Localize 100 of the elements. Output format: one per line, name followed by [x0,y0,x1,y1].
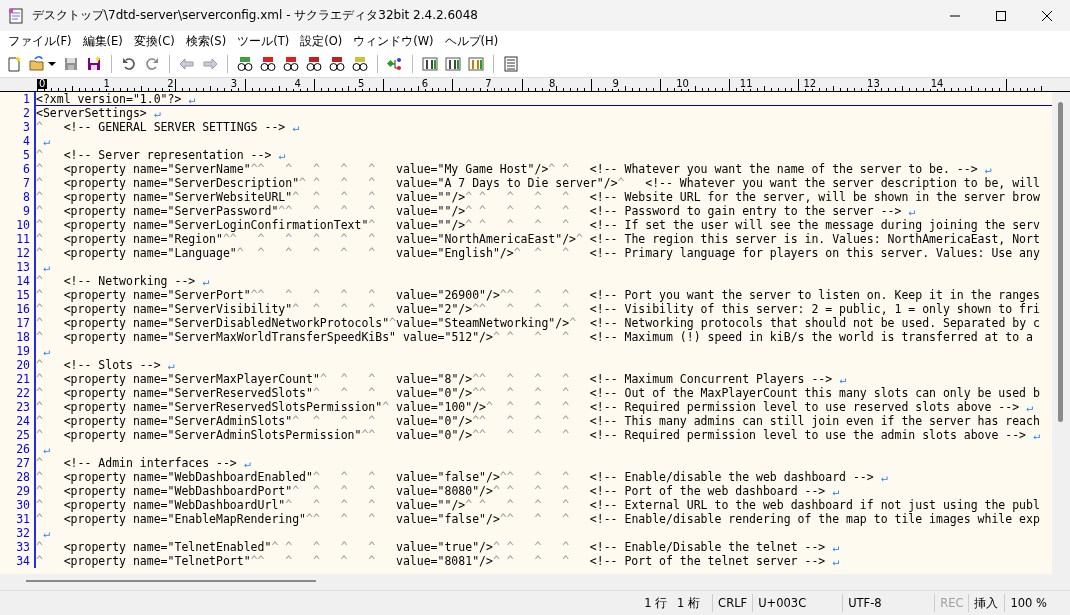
line-end-mark: ↵ [984,162,992,176]
tab-mark: ^ [534,386,542,400]
code-text: <!-- Networking protocols that should not be used. Separated by c [589,316,1040,330]
code-text: <!-- Website URL for the server, will be shown in the server brow [589,190,1040,204]
tab-mark: ^ [506,330,514,344]
tab-mark: ^ [472,302,480,316]
code-text: value="8"/> [396,372,473,386]
menu-item[interactable]: 変換(C) [129,33,182,49]
tab-mark: ^ [562,428,570,442]
tab-mark: ^ [229,232,237,246]
tab-mark: ^ [368,484,376,498]
menu-item[interactable]: ツール(T) [233,33,297,49]
tab-mark: ^ [36,316,43,330]
code-text: value="100"/> [396,400,487,414]
status-field: UTF-8 [842,594,935,612]
maximize-icon[interactable] [996,10,1006,21]
code-text: value="NorthAmericaEast"/> [396,232,576,246]
binoculars-icon[interactable] [306,56,322,72]
close-icon[interactable] [1042,10,1052,21]
tab-mark: ^ [562,540,570,554]
forward-arrow-icon[interactable] [202,56,218,72]
ruler-number: 12 [802,79,818,89]
menu-item[interactable]: ウィンドウ(W) [349,33,441,49]
code-text: <property name="ServerLoginConfirmationText" [63,218,369,232]
save-icon[interactable] [63,56,79,72]
tab-mark: ^ [340,190,348,204]
save-all-icon[interactable] [86,56,102,72]
line-end-mark: ↵ [153,106,161,120]
tools-icon[interactable] [422,56,438,72]
line-number: 15 [0,288,36,302]
tab-mark: ^ [36,456,43,470]
menu-item[interactable]: 設定(O) [296,33,350,49]
binoculars-icon[interactable] [237,56,253,72]
line-end-mark: ↵ [167,358,175,372]
binoculars-icon[interactable] [260,56,276,72]
tab-mark: ^ [36,218,43,232]
window-title: デスクトップ\7dtd-server\serverconfig.xml - サクラエディタ32bit 2.4.2.6048 [32,7,479,24]
tab-mark: ^ [312,302,320,316]
code-text: value="26900"/> [396,288,500,302]
line-end-mark: ↵ [202,274,210,288]
code-text: <!-- Enable/disable rendering of the map to tile images while exp [589,512,1040,526]
scrollbar-thumb[interactable] [1058,102,1063,422]
line-number: 18 [0,330,36,344]
code-text: <property name="ServerReservedSlotsPermission" [63,400,383,414]
tab-mark: ^ [340,176,348,190]
tab-mark: ^ [36,162,43,176]
binoculars-icon[interactable] [329,56,345,72]
line-number: 23 [0,400,36,414]
ruler-number: 6 [420,79,430,89]
back-arrow-icon[interactable] [179,56,195,72]
window-list-icon[interactable] [503,56,519,72]
tab-mark: ^ [368,372,376,386]
status-field: 1 桁 [672,594,713,612]
open-folder-icon[interactable] [29,56,45,72]
tab-mark: ^ [312,176,320,190]
tab-mark: ^ [506,512,514,526]
caret-icon[interactable] [48,60,56,68]
tab-mark: ^ [506,414,514,428]
tab-mark: ^ [472,372,480,386]
ruler-number: 14 [929,79,945,89]
tab-mark: ^ [562,190,570,204]
scrollbar-thumb[interactable] [26,580,316,582]
app-icon [8,7,24,24]
binoculars-icon[interactable] [283,56,299,72]
tools-icon[interactable] [445,56,461,72]
line-end-mark: ↵ [908,204,916,218]
menu-item[interactable]: ファイル(F) [4,33,79,49]
code-text: value="0"/> [396,428,473,442]
line-number: 7 [0,176,36,190]
tab-mark: ^ [465,218,473,232]
tab-mark: ^ [465,204,473,218]
code-text: value="0"/> [396,414,473,428]
undo-icon[interactable] [121,56,137,72]
tab-mark: ^ [257,232,265,246]
status-field: 挿入 [968,594,1005,612]
binoculars-icon[interactable] [352,56,368,72]
redo-icon[interactable] [144,56,160,72]
tab-mark: ^ [36,246,43,260]
code-text: <property name="ServerPort" [63,288,251,302]
tab-mark: ^ [368,386,376,400]
new-file-icon[interactable] [6,56,22,72]
menu-item[interactable]: 編集(E) [78,33,130,49]
ruler-number: 10 [675,79,690,89]
menu-item[interactable]: 検索(S) [181,33,234,49]
code-text: value="8081"/> [396,554,493,568]
tab-mark: ^ [312,162,320,176]
tab-mark: ^ [562,246,570,260]
tab-mark: ^ [312,190,320,204]
tab-mark: ^ [368,414,376,428]
outline-icon[interactable] [387,56,403,72]
code-text: value="My Game Host"/> [396,162,549,176]
code-text: <!-- Maximum Concurrent Players --> [589,372,833,386]
tab-mark: ^ [562,288,570,302]
ruler-number: 0 [37,79,48,89]
line-number: 30 [0,498,36,512]
tab-mark: ^ [36,120,43,134]
tab-mark: ^ [534,554,542,568]
code-text: value="English"/> [396,246,514,260]
tab-mark: ^ [36,176,43,190]
menu-item[interactable]: ヘルプ(H) [440,33,506,49]
